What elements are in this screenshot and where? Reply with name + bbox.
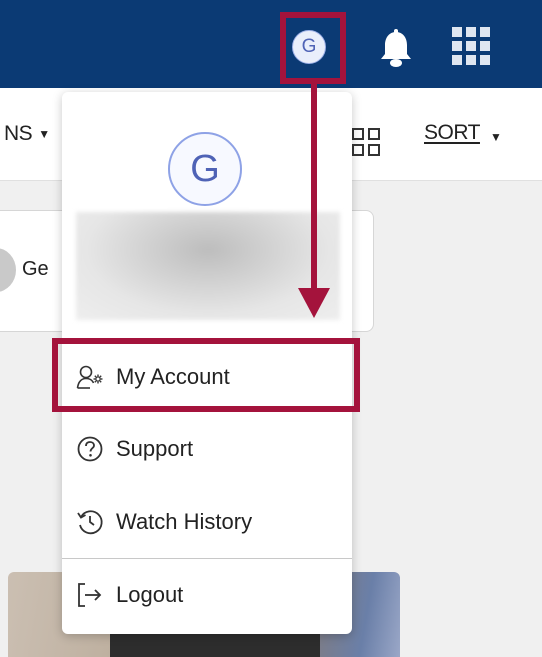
sort-chevron-down-icon: ▼ — [490, 130, 502, 144]
menu-item-watch-history[interactable]: Watch History — [62, 492, 352, 552]
user-settings-icon — [76, 365, 103, 389]
help-circle-icon — [77, 436, 103, 462]
menu-item-logout[interactable]: Logout — [62, 565, 352, 625]
menu-item-support[interactable]: Support — [62, 419, 352, 479]
logout-icon — [78, 583, 102, 607]
user-info-redacted — [76, 212, 340, 320]
menu-item-label: My Account — [116, 364, 230, 389]
filter-label: NS — [4, 122, 33, 145]
menu-divider — [62, 558, 352, 559]
video-thumbnail-detail — [110, 630, 320, 657]
menu-item-my-account[interactable]: My Account — [62, 347, 352, 407]
filter-dropdown[interactable]: NS ▼ — [4, 122, 50, 146]
grid-view-icon[interactable] — [352, 128, 380, 156]
account-dropdown-menu: G My Account Support Watch History Logou… — [62, 92, 352, 634]
bell-icon[interactable] — [376, 28, 416, 70]
menu-user-avatar: G — [168, 132, 242, 206]
top-navigation-bar: G — [0, 0, 542, 88]
card-title: Ge — [22, 258, 49, 280]
sort-button[interactable]: SORT — [424, 121, 480, 145]
apps-grid-icon[interactable] — [452, 27, 494, 69]
history-icon — [77, 510, 103, 535]
chevron-down-icon: ▼ — [38, 127, 50, 142]
menu-item-label: Watch History — [116, 509, 253, 534]
menu-item-label: Support — [116, 436, 194, 461]
user-avatar-button[interactable]: G — [292, 30, 326, 64]
menu-item-label: Logout — [116, 582, 184, 607]
